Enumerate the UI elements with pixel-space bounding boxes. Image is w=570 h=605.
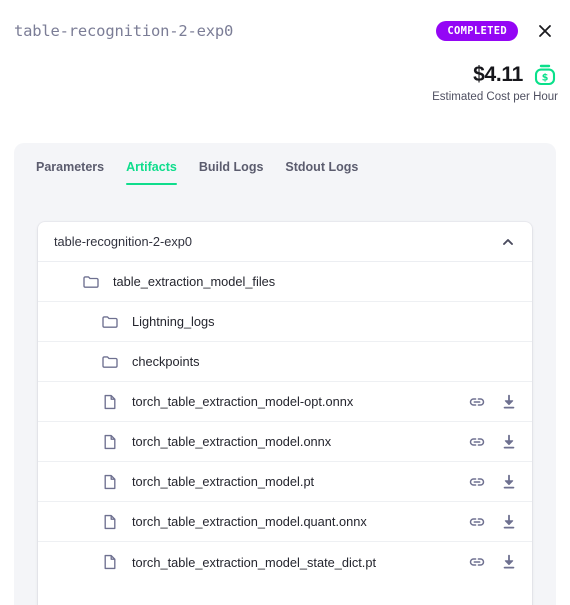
tab-stdout-logs[interactable]: Stdout Logs [274, 160, 369, 185]
tab-bar: Parameters Artifacts Build Logs Stdout L… [36, 160, 369, 185]
cost-amount: $4.11 [473, 63, 523, 86]
experiment-detail-screen: table-recognition-2-exp0 COMPLETED $4.11… [0, 0, 570, 605]
file-name: torch_table_extraction_model_state_dict.… [132, 554, 377, 570]
file-icon-wrap [101, 513, 119, 531]
download-icon [503, 394, 515, 409]
row-actions [468, 553, 518, 571]
tab-build-logs-label: Build Logs [198, 160, 264, 174]
tab-stdout-logs-label: Stdout Logs [285, 160, 359, 174]
copy-link-button[interactable] [468, 553, 486, 571]
file-row[interactable]: torch_table_extraction_model.onnx [38, 422, 532, 462]
cost-caption: Estimated Cost per Hour [432, 91, 558, 103]
folder-name: table_extraction_model_files [113, 274, 276, 289]
svg-text:$: $ [542, 72, 549, 83]
folder-icon-wrap [82, 273, 100, 291]
cost-line: $4.11 $ [432, 62, 558, 88]
money-jar-icon: $ [534, 64, 556, 86]
tab-parameters-label: Parameters [36, 160, 105, 174]
folder-icon-wrap [101, 313, 119, 331]
tab-build-logs[interactable]: Build Logs [188, 160, 275, 185]
copy-link-button[interactable] [468, 433, 486, 451]
folder-row[interactable]: Lightning_logs [38, 302, 532, 342]
file-icon [104, 394, 116, 409]
download-button[interactable] [500, 473, 518, 491]
download-button[interactable] [500, 433, 518, 451]
folder-name: checkpoints [132, 354, 200, 369]
page-title: table-recognition-2-exp0 [14, 22, 234, 40]
file-row[interactable]: torch_table_extraction_model-opt.onnx [38, 382, 532, 422]
link-icon [469, 477, 485, 486]
file-icon-wrap [101, 553, 119, 571]
folder-icon [102, 315, 118, 328]
folder-icon [102, 355, 118, 368]
artifacts-root-header[interactable]: table-recognition-2-exp0 [38, 222, 532, 262]
file-icon [104, 554, 116, 570]
download-button[interactable] [500, 393, 518, 411]
row-actions [468, 433, 518, 451]
artifacts-panel: table-recognition-2-exp0 table_extractio… [38, 222, 532, 605]
file-row[interactable]: torch_table_extraction_model.pt [38, 462, 532, 502]
folder-icon [83, 275, 99, 288]
download-icon [503, 474, 515, 489]
file-row[interactable]: torch_table_extraction_model.quant.onnx [38, 502, 532, 542]
file-icon [104, 474, 116, 489]
status-badge: COMPLETED [436, 21, 518, 41]
chevron-up-icon [503, 238, 513, 245]
link-icon [469, 558, 485, 566]
download-button[interactable] [500, 513, 518, 531]
header: table-recognition-2-exp0 COMPLETED $4.11… [0, 0, 570, 143]
row-actions [468, 473, 518, 491]
download-icon [503, 554, 515, 569]
folder-icon-wrap [101, 353, 119, 371]
artifact-tree: table_extraction_model_files Lightning_lo… [38, 262, 532, 582]
download-icon [503, 514, 515, 529]
cost-block: $4.11 $ Estimated Cost per Hour [432, 62, 558, 103]
copy-link-button[interactable] [468, 393, 486, 411]
file-row[interactable]: torch_table_extraction_model_state_dict.… [38, 542, 532, 582]
title-row: table-recognition-2-exp0 COMPLETED [14, 14, 556, 48]
tab-artifacts-label: Artifacts [126, 160, 177, 174]
download-icon [503, 434, 515, 449]
folder-row[interactable]: table_extraction_model_files [38, 262, 532, 302]
file-icon [104, 434, 116, 449]
close-icon [539, 25, 551, 37]
link-icon [469, 437, 485, 446]
file-icon [104, 514, 116, 529]
file-icon-wrap [101, 433, 119, 451]
file-name: torch_table_extraction_model.quant.onnx [132, 514, 367, 529]
copy-link-button[interactable] [468, 473, 486, 491]
artifacts-root-label: table-recognition-2-exp0 [54, 234, 193, 249]
folder-row[interactable]: checkpoints [38, 342, 532, 382]
file-name: torch_table_extraction_model-opt.onnx [132, 394, 354, 409]
copy-link-button[interactable] [468, 513, 486, 531]
tab-parameters[interactable]: Parameters [36, 160, 115, 185]
row-actions [468, 393, 518, 411]
row-actions [468, 513, 518, 531]
file-icon-wrap [101, 393, 119, 411]
artifacts-card: Parameters Artifacts Build Logs Stdout L… [14, 143, 556, 605]
link-icon [469, 397, 485, 406]
close-button[interactable] [534, 20, 556, 42]
file-name: torch_table_extraction_model.pt [132, 474, 315, 489]
folder-name: Lightning_logs [132, 314, 215, 329]
tab-artifacts[interactable]: Artifacts [115, 160, 188, 185]
file-icon-wrap [101, 473, 119, 491]
collapse-toggle[interactable] [500, 234, 516, 250]
link-icon [469, 517, 485, 526]
file-name: torch_table_extraction_model.onnx [132, 434, 332, 449]
download-button[interactable] [500, 553, 518, 571]
